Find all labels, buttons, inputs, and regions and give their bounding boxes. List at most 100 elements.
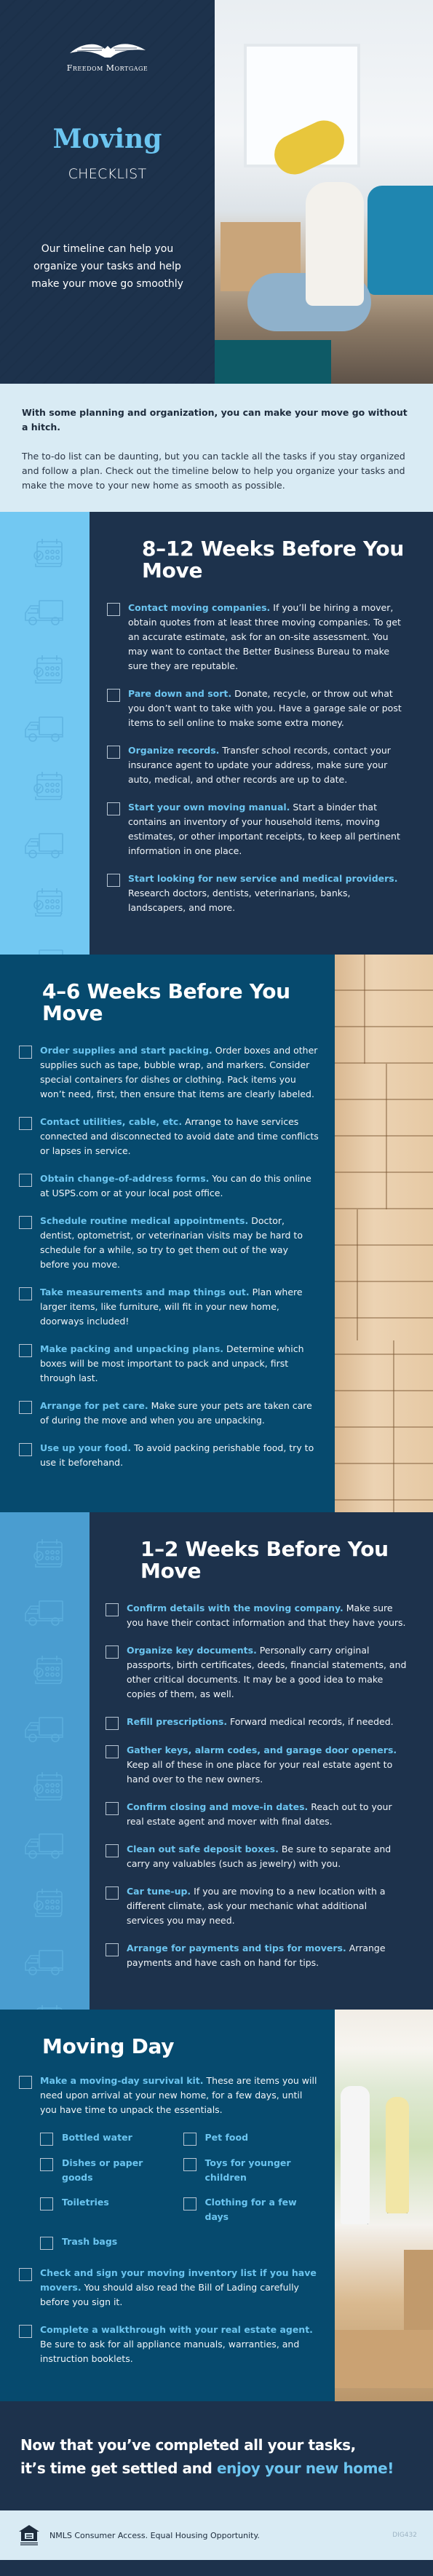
kit-item-label: Bottled water <box>62 2132 132 2143</box>
task-heading: Take measurements and map things out. <box>40 1287 250 1297</box>
intro-lead: With some planning and organization, you… <box>22 407 408 432</box>
task-text: Arrange for pet care. Make sure your pet… <box>40 1399 319 1428</box>
calendar-check-icon <box>22 1654 64 1688</box>
task-text: Arrange for payments and tips for movers… <box>127 1941 407 1970</box>
task-text: Contact moving companies. If you’ll be h… <box>128 601 407 673</box>
task-description: Forward medical records, if needed. <box>227 1716 394 1727</box>
task-text: Gather keys, alarm codes, and garage doo… <box>127 1743 407 1787</box>
task-checkbox[interactable] <box>107 874 120 887</box>
truck-icon <box>22 598 64 626</box>
checklist-item: Complete a walkthrough with your real es… <box>19 2323 319 2366</box>
checklist-item: Make a moving-day survival kit. These ar… <box>19 2074 319 2117</box>
checklist-item: Contact moving companies. If you’ll be h… <box>107 601 407 673</box>
kit-checkbox[interactable] <box>40 2237 53 2250</box>
boxes-image <box>335 955 433 1512</box>
box-edge <box>357 1209 358 1340</box>
photo-box <box>404 2250 433 2337</box>
checklist-item: Organize key documents. Personally carry… <box>106 1643 407 1702</box>
photo-woman <box>386 2097 409 2213</box>
task-checkbox[interactable] <box>19 2268 32 2281</box>
kit-checkbox[interactable] <box>40 2197 53 2210</box>
task-checkbox[interactable] <box>19 2076 32 2089</box>
task-checkbox[interactable] <box>106 1717 119 1730</box>
task-checkbox[interactable] <box>19 1287 32 1300</box>
intro-body: The to-do list can be daunting, but you … <box>22 451 405 491</box>
task-checkbox[interactable] <box>19 1046 32 1059</box>
kit-item-label: Toys for younger children <box>204 2157 291 2183</box>
checklist-item: Make packing and unpacking plans. Determ… <box>19 1342 319 1386</box>
equal-housing-icon <box>19 2525 39 2545</box>
section-8-12-weeks: 8–12 Weeks Before You Move Contact movin… <box>0 512 433 955</box>
task-text: Obtain change-of-address forms. You can … <box>40 1172 319 1201</box>
task-checkbox[interactable] <box>19 1216 32 1229</box>
section-content: Moving Day Make a moving-day survival ki… <box>0 2010 335 2401</box>
task-text: Complete a walkthrough with your real es… <box>40 2323 319 2366</box>
kit-checkbox[interactable] <box>40 2158 53 2171</box>
checklist-item: Take measurements and map things out. Pl… <box>19 1285 319 1329</box>
hero-panel: Freedom Mortgage Moving CHECKLIST Our ti… <box>0 0 215 384</box>
task-heading: Car tune-up. <box>127 1886 191 1897</box>
checklist-item: Confirm details with the moving company.… <box>106 1601 407 1630</box>
survival-kit-item: Pet food <box>183 2130 319 2146</box>
task-checkbox[interactable] <box>107 689 120 702</box>
task-checkbox[interactable] <box>19 1174 32 1187</box>
task-checkbox[interactable] <box>106 1802 119 1815</box>
calendar-check-icon <box>22 2004 64 2010</box>
task-heading: Confirm closing and move-in dates. <box>127 1801 309 1812</box>
task-checkbox[interactable] <box>107 746 120 759</box>
checklist-item: Arrange for pet care. Make sure your pet… <box>19 1399 319 1428</box>
kit-item-label: Toiletries <box>62 2197 109 2208</box>
task-checkbox[interactable] <box>106 1603 119 1616</box>
task-checkbox[interactable] <box>19 1443 32 1456</box>
section-title: 8–12 Weeks Before You Move <box>142 537 404 582</box>
task-checkbox[interactable] <box>106 1745 119 1758</box>
checklist-item: Organize records. Transfer school record… <box>107 743 407 787</box>
task-heading: Refill prescriptions. <box>127 1716 228 1727</box>
couple-image <box>335 2010 433 2401</box>
task-checkbox[interactable] <box>19 1117 32 1130</box>
task-description: Be sure to ask for all appliance manuals… <box>40 2339 300 2364</box>
kit-checkbox[interactable] <box>40 2133 53 2146</box>
footer-disclosure[interactable]: NMLS Consumer Access. Equal Housing Oppo… <box>49 2531 260 2540</box>
task-heading: Make packing and unpacking plans. <box>40 1343 224 1354</box>
task-checkbox[interactable] <box>106 1844 119 1857</box>
task-checkbox[interactable] <box>19 1401 32 1414</box>
kit-checkbox[interactable] <box>183 2158 196 2171</box>
intro: With some planning and organization, you… <box>0 384 433 512</box>
kit-item-label: Clothing for a few days <box>204 2197 297 2222</box>
box-edge <box>364 955 365 1064</box>
task-checkbox[interactable] <box>107 603 120 616</box>
box-edge <box>393 1340 394 1512</box>
kit-checkbox[interactable] <box>183 2197 196 2210</box>
kit-checkbox[interactable] <box>183 2133 196 2146</box>
task-checkbox[interactable] <box>106 1943 119 1956</box>
section-title: 1–2 Weeks Before You Move <box>140 1537 389 1583</box>
brand-logo[interactable]: Freedom Mortgage <box>0 40 215 73</box>
closing-accent: enjoy your new home! <box>216 2460 394 2477</box>
task-checkbox[interactable] <box>106 1886 119 1900</box>
checklist-item: Pare down and sort. Donate, recycle, or … <box>107 687 407 730</box>
hero-title: Moving <box>52 124 162 154</box>
task-text: Confirm details with the moving company.… <box>127 1601 407 1630</box>
task-description: Keep all of these in one place for your … <box>127 1759 393 1785</box>
checklist-item: Schedule routine medical appointments. D… <box>19 1214 319 1272</box>
task-checkbox[interactable] <box>19 1344 32 1357</box>
icon-rail <box>0 512 90 955</box>
survival-kit-item: Bottled water <box>40 2130 176 2146</box>
task-checkbox[interactable] <box>19 2325 32 2338</box>
task-checkbox[interactable] <box>107 802 120 815</box>
calendar-check-icon <box>22 770 64 804</box>
task-heading: Use up your food. <box>40 1442 132 1453</box>
task-text: Check and sign your moving inventory lis… <box>40 2266 319 2310</box>
task-text: Organize records. Transfer school record… <box>128 743 407 787</box>
task-text: Schedule routine medical appointments. D… <box>40 1214 319 1272</box>
truck-icon <box>22 715 64 743</box>
task-heading: Pare down and sort. <box>128 688 232 699</box>
hero-photo-mother-and-baby <box>215 0 433 384</box>
section-content: 4–6 Weeks Before You Move Order supplies… <box>0 955 335 1512</box>
task-heading: Obtain change-of-address forms. <box>40 1173 210 1184</box>
checklist-item: Refill prescriptions. Forward medical re… <box>106 1715 407 1730</box>
survival-kit-item: Toys for younger children <box>183 2156 319 2185</box>
checklist-item: Contact utilities, cable, etc. Arrange t… <box>19 1115 319 1158</box>
task-checkbox[interactable] <box>106 1645 119 1659</box>
